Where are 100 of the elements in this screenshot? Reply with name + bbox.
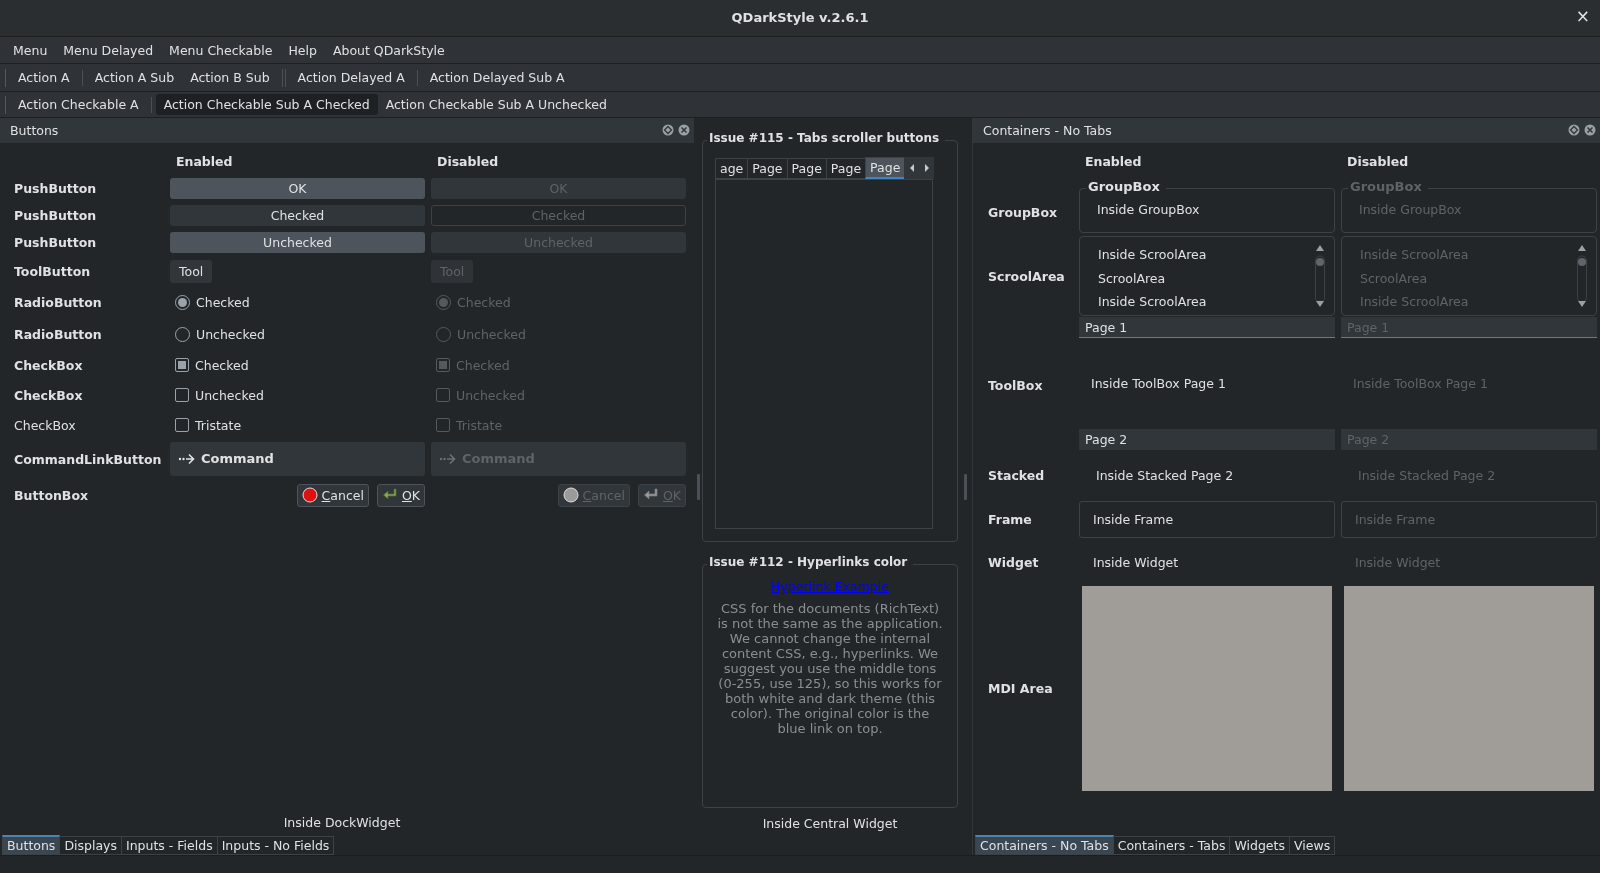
tab[interactable]: age <box>715 157 749 179</box>
row-label: MDI Area <box>988 680 1053 696</box>
row-label: PushButton <box>14 180 98 198</box>
row-label: Frame <box>988 511 1032 527</box>
checkbox-label: Checked <box>456 357 510 373</box>
row-label: RadioButton <box>14 293 103 312</box>
toolbar-button[interactable]: Action A Sub <box>86 67 183 88</box>
float-icon[interactable] <box>1568 124 1580 136</box>
scroll-area-text: Inside ScroolArea <box>1098 294 1207 309</box>
menu-item[interactable]: About QDarkStyle <box>324 42 453 58</box>
menu-item[interactable]: Menu Delayed <box>55 42 162 58</box>
row-label: Stacked <box>988 467 1045 483</box>
dialog-button[interactable]: OK <box>376 483 425 507</box>
toolbox-page-header[interactable]: Page 2 <box>1079 429 1335 450</box>
scroll-area-text: ScroolArea <box>1360 270 1428 286</box>
push-button[interactable]: OK <box>170 178 425 199</box>
scrollbar <box>1576 243 1588 309</box>
row-label: ToolBox <box>988 377 1043 393</box>
column-header: Disabled <box>436 152 500 171</box>
right-arrow-icon <box>922 163 931 173</box>
group-title: Issue #112 - Hyperlinks color <box>707 555 914 570</box>
toolbar-button[interactable]: Action Delayed Sub A <box>421 67 573 88</box>
description-text: CSS for the documents (RichText) is not the same as the application. We cannot change the internal content CSS, e.g., hyperlinks. We suggest you use the middle tons (0-255, use 125), so this works for both white and dark theme (this color). The original color is the blue link on top. <box>716 602 944 737</box>
row-label: ToolButton <box>14 262 92 281</box>
toolbar-button[interactable]: Action Checkable Sub A Unchecked <box>377 94 615 115</box>
menu-item[interactable]: Menu Checkable <box>161 42 281 58</box>
tab[interactable]: Inputs - Fields <box>121 836 218 855</box>
checkbox-label: Unchecked <box>195 387 264 403</box>
checkbox[interactable] <box>175 418 189 432</box>
row-label: CommandLinkButton <box>14 450 163 469</box>
scroll-left-button[interactable] <box>904 157 920 179</box>
footer-label: Inside Central Widget <box>762 815 898 831</box>
radio-label: Checked <box>457 294 511 310</box>
tab[interactable]: Page <box>786 157 827 179</box>
stop-icon <box>301 487 318 503</box>
tab[interactable]: Containers - No Tabs <box>975 835 1114 855</box>
toolbar-button[interactable]: Action Delayed A <box>289 67 413 88</box>
tab[interactable]: Page <box>825 157 867 179</box>
toolbox-page-header[interactable]: Page 1 <box>1079 317 1335 338</box>
radio-label: Unchecked <box>457 326 526 342</box>
toolbar-button[interactable]: Action Checkable Sub A Checked <box>155 94 378 115</box>
frame-text: Inside Frame <box>1093 511 1174 527</box>
tab[interactable]: Page <box>747 157 788 179</box>
dock-title: Containers - No Tabs <box>983 123 1112 138</box>
group-content-text: Inside GroupBox <box>1359 201 1462 217</box>
toolbox-content-text: Inside ToolBox Page 1 <box>1091 376 1226 391</box>
row-label: RadioButton <box>14 325 103 344</box>
widget-text: Inside Widget <box>1355 554 1441 570</box>
checkbox[interactable] <box>175 358 189 372</box>
row-label: PushButton <box>14 234 98 252</box>
scroll-area-text: ScroolArea <box>1098 270 1166 286</box>
push-button[interactable]: Checked <box>170 205 425 226</box>
tab[interactable]: Page <box>865 157 906 179</box>
scroll-area-text: Inside ScroolArea <box>1360 247 1469 262</box>
close-button[interactable]: × <box>1575 8 1590 25</box>
scroll-right-button[interactable] <box>919 157 935 179</box>
column-header: Enabled <box>175 152 234 171</box>
row-label: Widget <box>988 554 1039 570</box>
row-label: CheckBox <box>14 386 84 405</box>
close-icon[interactable] <box>678 124 690 136</box>
footer-label: Inside DockWidget <box>283 814 401 830</box>
frame-text: Inside Frame <box>1355 511 1436 527</box>
tab[interactable]: Displays <box>59 836 122 855</box>
scrollbar <box>1314 243 1326 309</box>
checkbox-label: Unchecked <box>456 387 525 403</box>
radio-label: Checked <box>196 294 250 310</box>
menu-item[interactable]: Menu <box>5 42 56 58</box>
toolbar-button[interactable]: Action A <box>10 67 78 88</box>
arrow-icon <box>439 451 456 467</box>
tool-button[interactable]: Tool <box>170 259 213 283</box>
stacked-page-text: Inside Stacked Page 2 <box>1096 467 1234 483</box>
checkbox-label: Tristate <box>456 417 503 433</box>
splitter-handle[interactable] <box>696 473 700 500</box>
stop-icon <box>562 487 579 503</box>
tab[interactable]: Views <box>1288 836 1336 855</box>
scroll-area-text: Inside ScroolArea <box>1360 294 1469 309</box>
row-label: GroupBox <box>988 204 1058 220</box>
row-label: PushButton <box>14 207 98 225</box>
tab[interactable]: Containers - Tabs <box>1112 836 1231 855</box>
push-button[interactable]: Unchecked <box>170 232 425 253</box>
tab[interactable]: Inputs - No Fields <box>216 836 335 855</box>
close-icon[interactable] <box>1584 124 1596 136</box>
dialog-button[interactable]: Cancel <box>296 483 369 507</box>
tab[interactable]: Buttons <box>2 835 61 855</box>
checkbox-label: Tristate <box>195 417 242 433</box>
checkbox-label: Checked <box>195 357 249 373</box>
group-content-text: Inside GroupBox <box>1097 201 1200 217</box>
tab[interactable]: Widgets <box>1229 836 1290 855</box>
column-header: Disabled <box>1346 152 1410 171</box>
splitter-handle[interactable] <box>963 473 967 500</box>
toolbar-button[interactable]: Action B Sub <box>182 67 278 88</box>
menu-item[interactable]: Help <box>280 42 325 58</box>
widget-text: Inside Widget <box>1093 554 1179 570</box>
checkbox[interactable] <box>175 388 189 402</box>
row-label: CheckBox <box>14 356 84 375</box>
dock-title: Buttons <box>10 123 59 138</box>
command-link-button[interactable]: Command <box>170 442 425 476</box>
stacked-page-text: Inside Stacked Page 2 <box>1358 467 1496 483</box>
float-icon[interactable] <box>662 124 674 136</box>
toolbar-button[interactable]: Action Checkable A <box>10 94 147 115</box>
